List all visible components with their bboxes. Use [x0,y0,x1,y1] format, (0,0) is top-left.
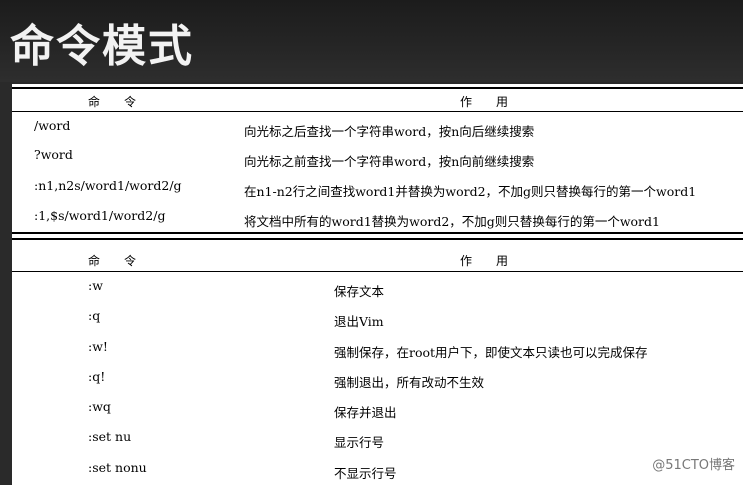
table2-top-rule [12,238,743,240]
table2-row-1-function: 保存文本 [334,284,385,299]
table2-row-3-command: :w! [88,339,108,354]
table2-header-rule [12,271,743,272]
table1-header-function: 作 用 [460,95,515,109]
table1-header-rule [12,111,743,112]
table2-row-7-function: 不显示行号 [334,466,397,481]
table2-row-3-function: 强制保存，在root用户下，即使文本只读也可以完成保存 [334,345,648,360]
table1-row-2-function: 向光标之前查找一个字符串word，按n向前继续搜索 [244,154,535,169]
command-sheet: 命 令 作 用 /word 向光标之后查找一个字符串word，按n向后继续搜索 … [12,84,743,485]
table1-row-3-function: 在n1-n2行之间查找word1并替换为word2，不加g则只替换每行的第一个w… [244,184,697,199]
table2-header-command: 命 令 [88,254,143,268]
table1-row-1-function: 向光标之后查找一个字符串word，按n向后继续搜索 [244,124,535,139]
table2-row-6-command: :set nu [88,429,132,444]
table2-row-5-function: 保存并退出 [334,405,397,420]
table1-row-3-command: :n1,n2s/word1/word2/g [34,178,182,193]
table1-row-4-function: 将文档中所有的word1替换为word2，不加g则只替换每行的第一个word1 [244,214,660,229]
table2-row-4-function: 强制退出，所有改动不生效 [334,375,485,390]
table2-row-6-function: 显示行号 [334,435,385,450]
watermark: @51CTO博客 [652,458,735,473]
title-bar: 命令模式 [0,0,743,82]
table1-header-command: 命 令 [88,95,143,109]
table1-row-1-command: /word [34,118,71,133]
table2-row-2-command: :q [88,308,101,323]
table1-bottom-rule [12,232,743,234]
table2-header-function: 作 用 [460,254,515,268]
table2-row-7-command: :set nonu [88,460,147,475]
table2-row-1-command: :w [88,278,103,293]
table2-row-5-command: :wq [88,399,111,414]
table1-top-rule [12,87,743,89]
table2-row-4-command: :q! [88,369,106,384]
table1-row-4-command: :1,$s/word1/word2/g [34,208,166,223]
table1-row-2-command: ?word [34,147,73,162]
slide-title: 命令模式 [10,21,194,72]
table2-row-2-function: 退出Vim [334,314,384,329]
